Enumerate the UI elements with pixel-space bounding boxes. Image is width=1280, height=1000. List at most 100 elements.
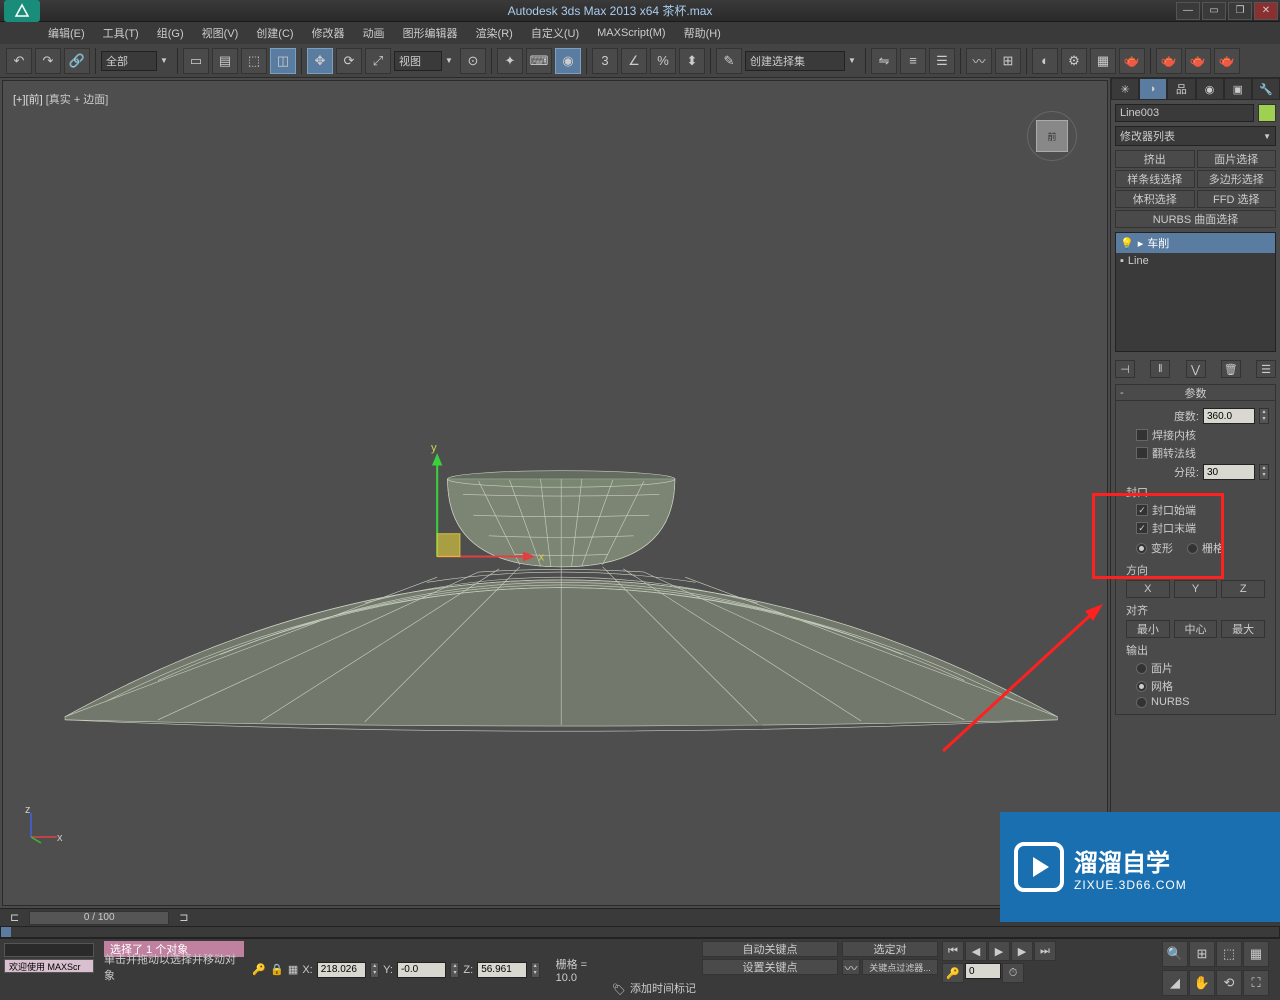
tab-create[interactable]: ✳ — [1111, 78, 1139, 100]
minimize-button[interactable]: — — [1176, 2, 1200, 20]
dir-z-button[interactable]: Z — [1221, 580, 1265, 598]
teapot1-button[interactable]: 🫖 — [1156, 48, 1182, 74]
x-coord-input[interactable]: 218.026 — [317, 962, 367, 978]
rotate-button[interactable]: ⟳ — [336, 48, 362, 74]
snap-3d-button[interactable]: 3 — [592, 48, 618, 74]
time-config-button[interactable]: ⏱ — [1002, 963, 1024, 983]
window-crossing-button[interactable]: ◫ — [270, 48, 296, 74]
goto-start-button[interactable]: ⏮ — [942, 941, 964, 961]
orbit-button[interactable]: ⟲ — [1216, 970, 1242, 996]
align-center-button[interactable]: 中心 — [1174, 620, 1218, 638]
ref-coord-dropdown[interactable]: 视图 — [394, 51, 442, 71]
modifier-list-dropdown[interactable]: 修改器列表 — [1115, 126, 1276, 146]
rollout-header-params[interactable]: 参数 — [1116, 385, 1275, 401]
segments-input[interactable]: 30 — [1203, 464, 1255, 480]
mirror-button[interactable]: ⇋ — [871, 48, 897, 74]
key-mode-toggle[interactable]: 🔑 — [942, 963, 964, 983]
configure-sets-button[interactable]: ☰ — [1256, 360, 1276, 378]
flip-normals-checkbox[interactable] — [1136, 447, 1148, 459]
render-frame-button[interactable]: ▦ — [1090, 48, 1116, 74]
object-name-field[interactable]: Line003 — [1115, 104, 1254, 122]
viewport[interactable]: [+][前] [真实 + 边面] 前 — [2, 80, 1108, 906]
lock-icon[interactable]: 🔒 — [270, 962, 284, 978]
render-button[interactable]: 🫖 — [1119, 48, 1145, 74]
prev-frame-button[interactable]: ◀ — [965, 941, 987, 961]
autokey-button[interactable]: 自动关键点 — [702, 941, 838, 957]
menu-edit[interactable]: 编辑(E) — [40, 22, 93, 44]
max-toggle-button[interactable]: ⛶ — [1243, 970, 1269, 996]
selected-label[interactable]: 选定对 — [842, 941, 938, 957]
angle-snap-button[interactable]: ∠ — [621, 48, 647, 74]
zoom-button[interactable]: 🔍 — [1162, 941, 1188, 967]
tab-hierarchy[interactable]: 品 — [1167, 78, 1195, 100]
align-button[interactable]: ≡ — [900, 48, 926, 74]
weld-core-checkbox[interactable] — [1136, 429, 1148, 441]
morph-radio[interactable] — [1136, 543, 1147, 554]
select-object-button[interactable]: ▭ — [183, 48, 209, 74]
layer-button[interactable]: ☰ — [929, 48, 955, 74]
stack-item-line[interactable]: ▪Line — [1116, 253, 1275, 269]
output-nurbs-radio[interactable] — [1136, 697, 1147, 708]
snap-toggle-button[interactable]: ◉ — [555, 48, 581, 74]
dir-y-button[interactable]: Y — [1174, 580, 1218, 598]
fov-button[interactable]: ◢ — [1162, 970, 1188, 996]
menu-create[interactable]: 创建(C) — [248, 22, 301, 44]
menu-customize[interactable]: 自定义(U) — [523, 22, 587, 44]
next-frame-button[interactable]: ▶ — [1011, 941, 1033, 961]
zoom-all-button[interactable]: ⊞ — [1189, 941, 1215, 967]
menu-help[interactable]: 帮助(H) — [676, 22, 729, 44]
select-name-button[interactable]: ▤ — [212, 48, 238, 74]
tab-motion[interactable]: ◉ — [1196, 78, 1224, 100]
menu-maxscript[interactable]: MAXScript(M) — [589, 24, 673, 42]
keyboard-shortcut-button[interactable]: ⌨ — [526, 48, 552, 74]
menu-render[interactable]: 渲染(R) — [468, 22, 521, 44]
edit-named-button[interactable]: ✎ — [716, 48, 742, 74]
add-time-tag[interactable]: 添加时间标记 — [630, 980, 696, 996]
schematic-button[interactable]: ⊞ — [995, 48, 1021, 74]
mod-patch-select-button[interactable]: 面片选择 — [1197, 150, 1277, 168]
center-pivot-button[interactable]: ⊙ — [460, 48, 486, 74]
teapot2-button[interactable]: 🫖 — [1185, 48, 1211, 74]
spinner-snap-button[interactable]: ⬍ — [679, 48, 705, 74]
zoom-extents-all-button[interactable]: ▦ — [1243, 941, 1269, 967]
output-patch-radio[interactable] — [1136, 663, 1147, 674]
degrees-input[interactable]: 360.0 — [1203, 408, 1255, 424]
percent-snap-button[interactable]: % — [650, 48, 676, 74]
dir-x-button[interactable]: X — [1126, 580, 1170, 598]
tab-modify[interactable]: ◗ — [1139, 78, 1167, 100]
track-scrubber[interactable] — [1, 927, 11, 937]
menu-views[interactable]: 视图(V) — [194, 22, 247, 44]
menu-tools[interactable]: 工具(T) — [95, 22, 147, 44]
named-selection-dropdown[interactable]: 创建选择集 — [745, 51, 845, 71]
app-logo[interactable] — [4, 0, 40, 22]
zoom-extents-button[interactable]: ⬚ — [1216, 941, 1242, 967]
goto-end-button[interactable]: ⏭ — [1034, 941, 1056, 961]
menu-animation[interactable]: 动画 — [355, 22, 393, 44]
segments-spinner[interactable]: ▴▾ — [1259, 464, 1269, 480]
menu-group[interactable]: 组(G) — [149, 22, 192, 44]
current-frame-input[interactable]: 0 — [965, 963, 1001, 979]
maximize-button[interactable]: ▭ — [1202, 2, 1226, 20]
make-unique-button[interactable]: ⋁ — [1186, 360, 1206, 378]
pan-button[interactable]: ✋ — [1189, 970, 1215, 996]
key-icon[interactable]: 🔑 — [252, 962, 266, 978]
show-end-result-button[interactable]: ‖ — [1150, 360, 1170, 378]
coord-toggle-icon[interactable]: ▦ — [288, 963, 298, 976]
mod-spline-select-button[interactable]: 样条线选择 — [1115, 170, 1195, 188]
cap-end-checkbox[interactable] — [1136, 522, 1148, 534]
output-mesh-radio[interactable] — [1136, 681, 1147, 692]
link-button[interactable]: 🔗 — [64, 48, 90, 74]
select-manipulate-button[interactable]: ✦ — [497, 48, 523, 74]
degrees-spinner[interactable]: ▴▾ — [1259, 408, 1269, 424]
grid-radio[interactable] — [1187, 543, 1198, 554]
tab-display[interactable]: ▣ — [1224, 78, 1252, 100]
setkey-button[interactable]: 设置关键点 — [702, 959, 838, 975]
mod-extrude-button[interactable]: 挤出 — [1115, 150, 1195, 168]
render-setup-button[interactable]: ⚙ — [1061, 48, 1087, 74]
undo-button[interactable]: ↶ — [6, 48, 32, 74]
curve-editor-button[interactable]: 〰 — [966, 48, 992, 74]
cap-start-checkbox[interactable] — [1136, 504, 1148, 516]
remove-modifier-button[interactable]: 🗑 — [1221, 360, 1241, 378]
move-button[interactable]: ✥ — [307, 48, 333, 74]
scale-button[interactable]: ⤢ — [365, 48, 391, 74]
